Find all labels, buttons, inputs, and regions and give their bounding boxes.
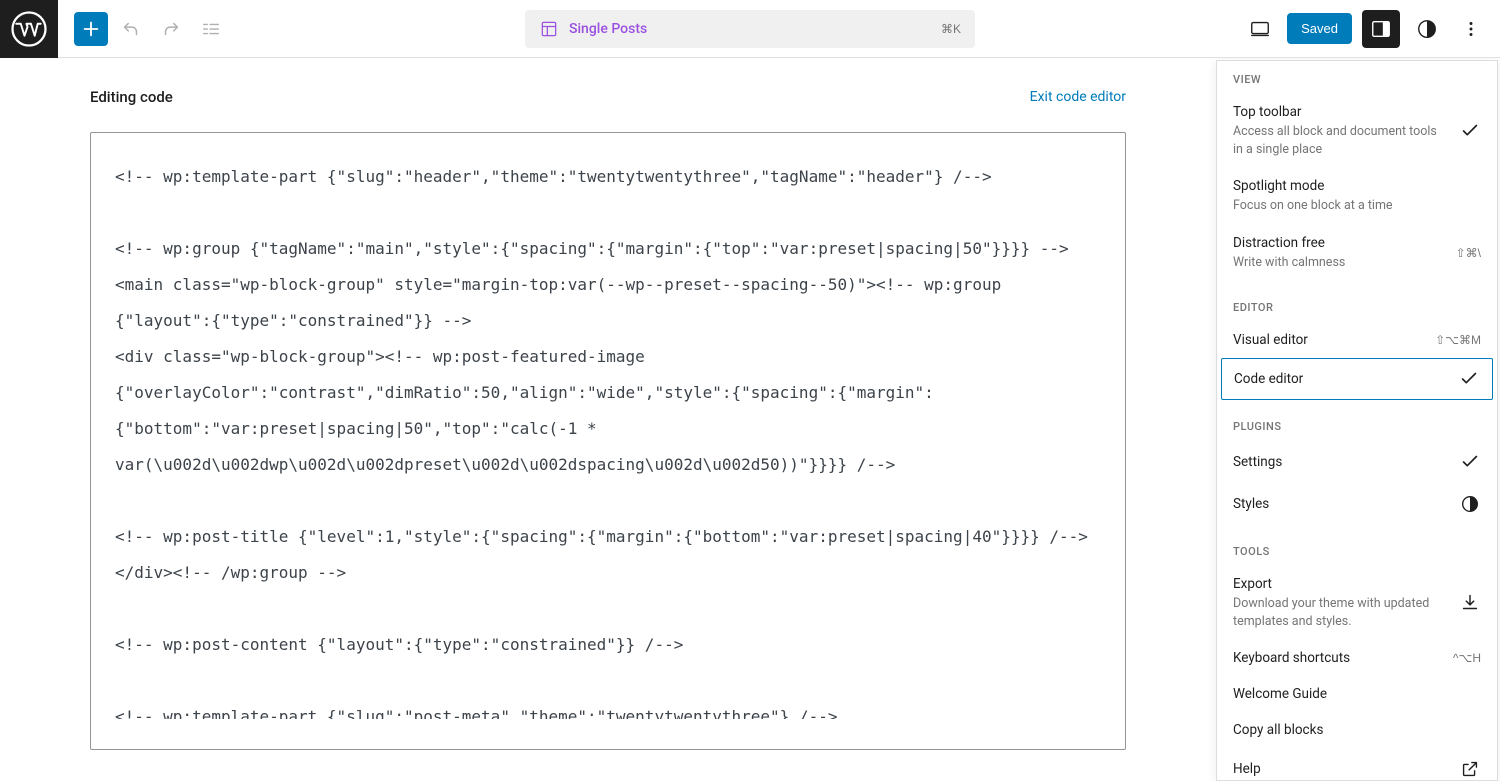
layout-icon: [539, 19, 559, 39]
code-textarea[interactable]: [115, 159, 1101, 719]
template-kbd: ⌘K: [941, 22, 961, 36]
menu-label: Export: [1233, 576, 1449, 592]
menu-export[interactable]: Export Download your theme with updated …: [1217, 566, 1497, 640]
menu-plugin-styles[interactable]: Styles: [1217, 483, 1497, 525]
desktop-icon: [1249, 18, 1271, 40]
redo-button[interactable]: [154, 12, 188, 46]
download-icon: [1459, 592, 1481, 614]
menu-label: Styles: [1233, 496, 1449, 512]
menu-desc: Access all block and document tools in a…: [1233, 123, 1449, 158]
menu-label: Copy all blocks: [1233, 722, 1481, 738]
menu-distraction-free[interactable]: Distraction free Write with calmness ⇧⌘\: [1217, 225, 1497, 282]
code-editor-box: [90, 132, 1126, 750]
template-name: Single Posts: [569, 21, 647, 37]
menu-desc: Focus on one block at a time: [1233, 197, 1481, 215]
more-options-button[interactable]: [1454, 12, 1488, 46]
document-overview-button[interactable]: [194, 12, 228, 46]
plus-icon: [80, 18, 102, 40]
section-plugins: PLUGINS: [1217, 408, 1497, 441]
menu-label: Spotlight mode: [1233, 178, 1481, 194]
menu-plugin-settings[interactable]: Settings: [1217, 441, 1497, 483]
options-dropdown: VIEW Top toolbar Access all block and do…: [1216, 60, 1498, 781]
menu-label: Visual editor: [1233, 332, 1425, 348]
undo-button[interactable]: [114, 12, 148, 46]
menu-welcome-guide[interactable]: Welcome Guide: [1217, 676, 1497, 712]
half-circle-icon: [1459, 493, 1481, 515]
section-editor: EDITOR: [1217, 289, 1497, 322]
half-circle-icon: [1416, 18, 1438, 40]
menu-label: Code editor: [1234, 371, 1448, 387]
top-toolbar: Single Posts ⌘K Saved: [0, 0, 1500, 58]
menu-label: Help: [1233, 761, 1449, 777]
list-icon: [200, 18, 222, 40]
section-tools: TOOLS: [1217, 533, 1497, 566]
undo-icon: [120, 18, 142, 40]
exit-code-editor-link[interactable]: Exit code editor: [1030, 89, 1126, 105]
menu-desc: Download your theme with updated templat…: [1233, 595, 1449, 630]
menu-copy-all-blocks[interactable]: Copy all blocks: [1217, 712, 1497, 748]
template-switcher[interactable]: Single Posts ⌘K: [525, 10, 975, 48]
wordpress-logo[interactable]: [0, 0, 58, 58]
menu-help[interactable]: Help: [1217, 748, 1497, 781]
editor-heading: Editing code: [90, 88, 173, 106]
menu-kbd: ⇧⌘\: [1456, 246, 1481, 260]
menu-code-editor[interactable]: Code editor: [1221, 358, 1493, 400]
sidebar-icon: [1370, 18, 1392, 40]
menu-desc: Write with calmness: [1233, 254, 1446, 272]
wordpress-icon: [11, 11, 47, 47]
check-icon: [1459, 120, 1481, 142]
check-icon: [1459, 451, 1481, 473]
menu-top-toolbar[interactable]: Top toolbar Access all block and documen…: [1217, 94, 1497, 168]
check-icon: [1458, 368, 1480, 390]
external-link-icon: [1459, 758, 1481, 780]
add-block-button[interactable]: [74, 12, 108, 46]
menu-kbd: ⇧⌥⌘M: [1435, 333, 1481, 347]
editor-area: Editing code Exit code editor: [0, 58, 1216, 781]
menu-visual-editor[interactable]: Visual editor ⇧⌥⌘M: [1217, 322, 1497, 358]
menu-label: Top toolbar: [1233, 104, 1449, 120]
menu-label: Settings: [1233, 454, 1449, 470]
section-view: VIEW: [1217, 61, 1497, 94]
menu-kbd: ^⌥H: [1453, 651, 1481, 665]
menu-label: Welcome Guide: [1233, 686, 1481, 702]
menu-label: Keyboard shortcuts: [1233, 650, 1443, 666]
menu-keyboard-shortcuts[interactable]: Keyboard shortcuts ^⌥H: [1217, 640, 1497, 676]
save-button[interactable]: Saved: [1287, 13, 1352, 44]
redo-icon: [160, 18, 182, 40]
menu-spotlight-mode[interactable]: Spotlight mode Focus on one block at a t…: [1217, 168, 1497, 225]
menu-label: Distraction free: [1233, 235, 1446, 251]
styles-panel-button[interactable]: [1410, 12, 1444, 46]
kebab-icon: [1460, 18, 1482, 40]
responsive-view-button[interactable]: [1243, 12, 1277, 46]
settings-panel-button[interactable]: [1362, 10, 1400, 48]
